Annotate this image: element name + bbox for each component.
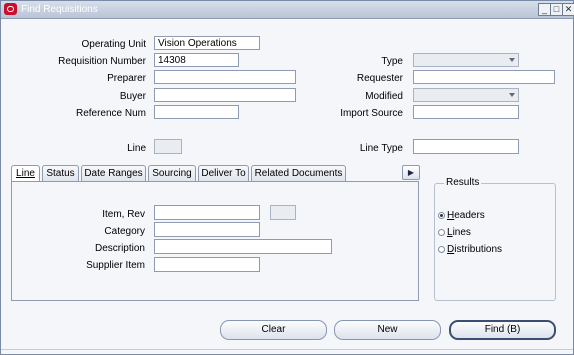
category-label: Category [104,226,145,237]
preparer-label: Preparer [107,73,146,84]
supplier-item-field[interactable] [154,257,260,272]
requisition-number-field[interactable]: 14308 [154,53,239,67]
tab-date-ranges[interactable]: Date Ranges [81,165,146,181]
line-field[interactable] [154,139,182,154]
description-label: Description [94,243,145,254]
tab-status[interactable]: Status [42,165,79,181]
supplier-item-label: Supplier Item [86,260,145,271]
new-button[interactable]: New [334,320,441,340]
type-label: Type [381,56,403,67]
tab-line[interactable]: Line [11,165,40,182]
tab-line-label: Line [16,168,35,179]
clear-button-label: Clear [261,324,286,335]
rev-field[interactable] [270,205,296,220]
new-button-label: New [377,324,398,335]
import-source-label: Import Source [340,108,403,119]
operating-unit-label: Operating Unit [81,39,146,50]
line-label: Line [127,143,146,154]
preparer-field[interactable] [154,70,296,84]
item-rev-label: Item, Rev [102,209,145,220]
buyer-field[interactable] [154,88,296,102]
item-field[interactable] [154,205,260,220]
modified-select[interactable] [413,88,519,102]
results-distributions-label[interactable]: Distributions [447,244,502,255]
operating-unit-field[interactable]: Vision Operations [154,36,260,50]
chevron-down-icon [509,58,515,62]
requester-label: Requester [356,73,403,84]
results-title: Results [444,177,482,188]
window-title: Find Requisitions [21,4,98,15]
tab-deliver-to[interactable]: Deliver To [198,165,249,181]
reference-num-label: Reference Num [75,108,146,119]
results-headers-radio[interactable] [438,212,445,219]
tab-related-documents[interactable]: Related Documents [251,165,346,181]
chevron-down-icon [509,93,515,97]
tab-sourcing[interactable]: Sourcing [148,165,196,181]
close-button[interactable]: ✕ [562,3,574,16]
category-field[interactable] [154,222,260,237]
tab-scroll-right-button[interactable]: ▶ [402,165,420,180]
line-type-field[interactable] [413,139,519,154]
title-bar: Find Requisitions _ □ ✕ [1,1,574,19]
requisition-number-label: Requisition Number [58,56,146,67]
find-button-label: Find (B) [484,324,521,335]
results-distributions-radio[interactable] [438,246,445,253]
clear-button[interactable]: Clear [220,320,327,340]
modified-label: Modified [365,91,403,102]
line-type-label: Line Type [359,143,403,154]
type-select[interactable] [413,53,519,67]
description-field[interactable] [154,239,332,254]
results-headers-label[interactable]: Headers [447,210,485,221]
results-lines-radio[interactable] [438,229,445,236]
results-lines-label[interactable]: Lines [447,227,471,238]
import-source-field[interactable] [413,105,519,119]
reference-num-field[interactable] [154,105,239,119]
find-button[interactable]: Find (B) [449,320,556,340]
find-requisitions-window: Find Requisitions _ □ ✕ Operating Unit V… [0,0,574,355]
oracle-icon [4,3,17,15]
bottom-divider [1,349,573,350]
results-group [434,183,556,301]
requester-field[interactable] [413,70,555,84]
buyer-label: Buyer [119,91,146,102]
